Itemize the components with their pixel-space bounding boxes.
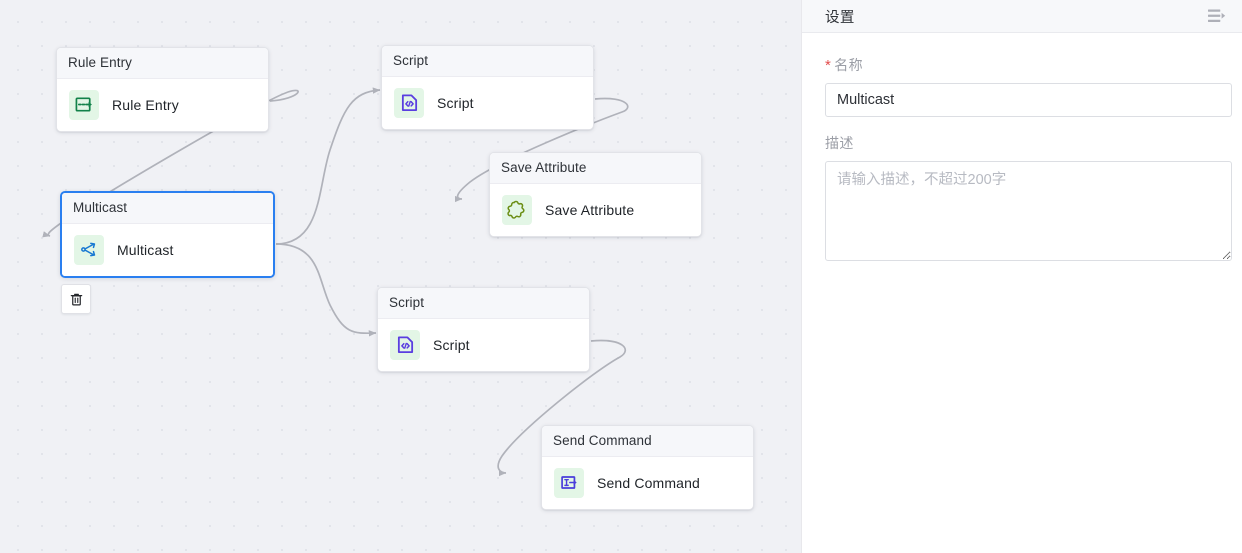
- trash-icon: [70, 293, 82, 305]
- edge-multicast-to-script-2: [275, 243, 377, 337]
- delete-node-button[interactable]: [61, 284, 91, 314]
- required-marker: *: [825, 57, 832, 74]
- node-label: Multicast: [117, 241, 174, 258]
- puzzle-piece-icon: [502, 194, 532, 225]
- node-body: Send Command: [542, 456, 753, 509]
- node-body: Save Attribute: [490, 183, 701, 236]
- name-input[interactable]: [825, 83, 1232, 117]
- panel-collapse-icon[interactable]: [1207, 8, 1226, 25]
- field-description: 描述: [825, 133, 1232, 266]
- node-body: Rule Entry: [57, 78, 268, 131]
- node-label: Save Attribute: [545, 201, 635, 218]
- settings-panel: 设置 * 名称 描述: [801, 0, 1242, 553]
- node-header: Script: [378, 288, 589, 319]
- field-description-label: 描述: [825, 133, 1219, 153]
- node-save-attribute[interactable]: Save Attribute Save Attribute: [489, 152, 702, 237]
- node-label: Script: [433, 336, 470, 353]
- node-header: Save Attribute: [490, 153, 701, 184]
- send-command-icon: [554, 467, 584, 498]
- node-script-1[interactable]: Script Script: [381, 45, 594, 130]
- panel-title: 设置: [825, 9, 855, 26]
- edge-multicast-to-script-1: [275, 87, 381, 245]
- field-name-label-text: 名称: [834, 57, 864, 73]
- node-body: Script: [382, 76, 593, 129]
- node-label: Rule Entry: [112, 96, 179, 113]
- node-body: Multicast: [62, 223, 273, 276]
- node-send-command[interactable]: Send Command Send Command: [541, 425, 754, 510]
- node-body: Script: [378, 318, 589, 371]
- node-label: Script: [437, 94, 474, 111]
- node-header: Script: [382, 46, 593, 77]
- node-rule-entry[interactable]: Rule Entry Rule Entry: [56, 47, 269, 132]
- node-script-2[interactable]: Script Script: [377, 287, 590, 372]
- rule-chain-editor: Rule Entry Rule Entry Script Script Mult…: [0, 0, 1242, 553]
- description-textarea[interactable]: [825, 161, 1232, 261]
- field-name: * 名称: [825, 55, 1232, 117]
- node-header: Send Command: [542, 426, 753, 457]
- field-description-label-text: 描述: [825, 135, 854, 151]
- script-code-icon: [394, 87, 424, 118]
- script-code-icon: [390, 329, 420, 360]
- settings-panel-header: 设置: [802, 0, 1242, 33]
- settings-panel-body: * 名称 描述: [802, 33, 1242, 266]
- flow-canvas[interactable]: Rule Entry Rule Entry Script Script Mult…: [0, 0, 801, 553]
- edge-paths: [42, 87, 629, 477]
- node-multicast[interactable]: Multicast Multicast: [60, 191, 275, 278]
- node-header: Rule Entry: [57, 48, 268, 79]
- field-name-label: * 名称: [825, 55, 1219, 75]
- multicast-share-icon: [74, 234, 104, 265]
- rule-entry-icon: [69, 89, 99, 120]
- node-label: Send Command: [597, 474, 700, 491]
- node-header: Multicast: [62, 193, 273, 224]
